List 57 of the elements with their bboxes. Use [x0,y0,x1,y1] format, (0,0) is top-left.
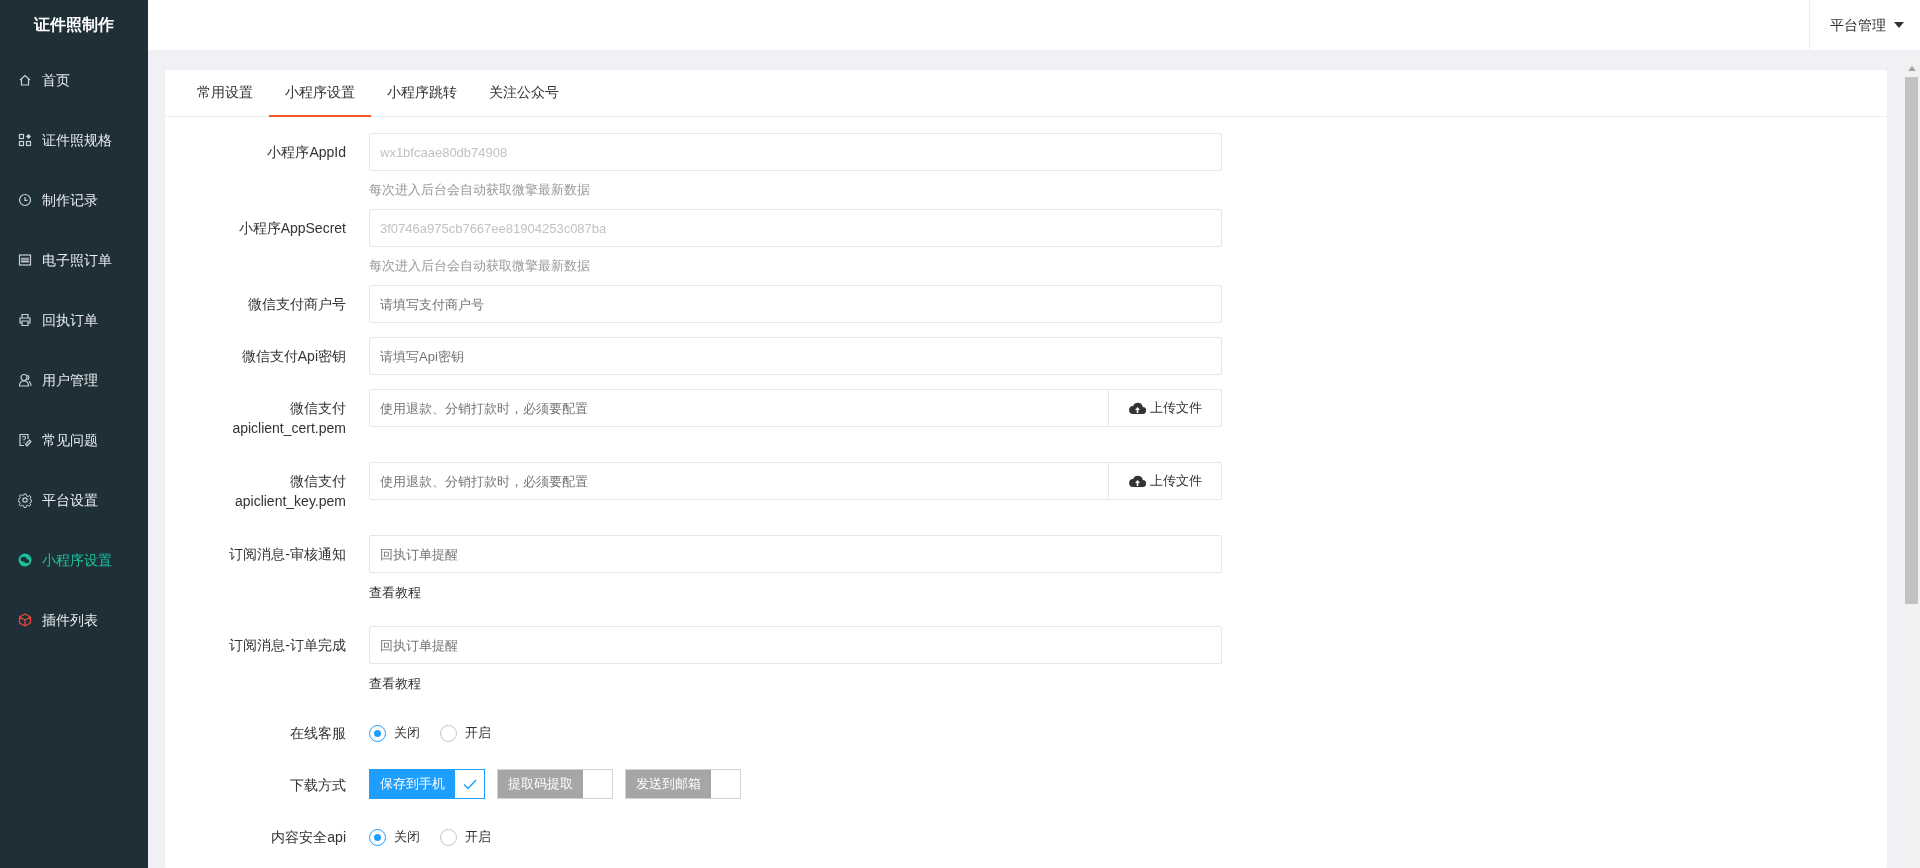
sidebar-item[interactable]: 小程序设置 [0,530,148,590]
sidebar-item[interactable]: 常见问题 [0,410,148,470]
user-menu[interactable]: 平台管理 [1809,0,1920,50]
clock-icon [18,192,32,208]
tab[interactable]: 小程序设置 [269,70,371,117]
scroll-up-icon[interactable] [1907,66,1916,71]
question-icon [18,432,32,448]
field-hint: 每次进入后台会自动获取微擎最新数据 [369,257,591,275]
sidebar-item[interactable]: 制作记录 [0,170,148,230]
sidebar-item[interactable]: 证件照规格 [0,110,148,170]
radio-option[interactable]: 开启 [440,723,491,743]
input-field[interactable]: 回执订单提醒 [369,626,1222,664]
settings-icon [18,492,32,508]
tutorial-link[interactable]: 查看教程 [369,664,421,694]
field-hint: 每次进入后台会自动获取微擎最新数据 [369,181,591,199]
input-field[interactable]: 使用退款、分销打款时，必须要配置 [369,462,1109,500]
cloud-upload-icon [1128,475,1146,487]
input-field[interactable]: 使用退款、分销打款时，必须要配置 [369,389,1109,427]
chat-icon [18,552,32,568]
upload-button[interactable]: 上传文件 [1109,462,1222,500]
radio-option[interactable]: 关闭 [369,827,420,847]
input-field[interactable]: 请填写支付商户号 [369,285,1222,323]
sidebar-item[interactable]: 电子照订单 [0,230,148,290]
field-label: 下载方式 [289,776,347,795]
cube-icon [18,612,32,628]
field-label: 订阅消息-订单完成 [228,636,347,655]
tutorial-link[interactable]: 查看教程 [369,573,421,603]
field-label: 在线客服 [289,724,347,743]
field-label: 订阅消息-审核通知 [228,545,347,564]
sidebar-item[interactable]: 回执订单 [0,290,148,350]
app-title: 证件照制作 [32,15,115,35]
field-label: 微信支付商户号 [247,295,347,314]
tab[interactable]: 常用设置 [181,70,269,117]
sidebar-item[interactable]: 用户管理 [0,350,148,410]
field-label: 微信支付 apiclient_cert.pem [231,399,347,438]
cloud-upload-icon [1128,402,1146,414]
sidebar-item[interactable]: 插件列表 [0,590,148,650]
scrollbar-thumb[interactable] [1905,77,1918,604]
radio-option[interactable]: 关闭 [369,723,420,743]
radio-option[interactable]: 开启 [440,827,491,847]
home-icon [18,72,32,88]
field-label: 内容安全api [270,828,347,847]
sidebar-item[interactable]: 首页 [0,50,148,110]
tab[interactable]: 关注公众号 [473,70,575,117]
tab[interactable]: 小程序跳转 [371,70,473,117]
input-field[interactable]: 请填写Api密钥 [369,337,1222,375]
caret-icon [1894,22,1904,28]
sidebar-item[interactable]: 平台设置 [0,470,148,530]
check-icon [462,778,477,790]
field-label: 小程序AppId [266,143,347,162]
field-label: 小程序AppSecret [237,219,347,238]
upload-button[interactable]: 上传文件 [1109,389,1222,427]
field-label: 微信支付Api密钥 [240,347,347,366]
printer-icon [18,312,32,328]
field-label: 微信支付 apiclient_key.pem [233,472,347,511]
input-field[interactable]: 回执订单提醒 [369,535,1222,573]
users-icon [18,372,32,388]
